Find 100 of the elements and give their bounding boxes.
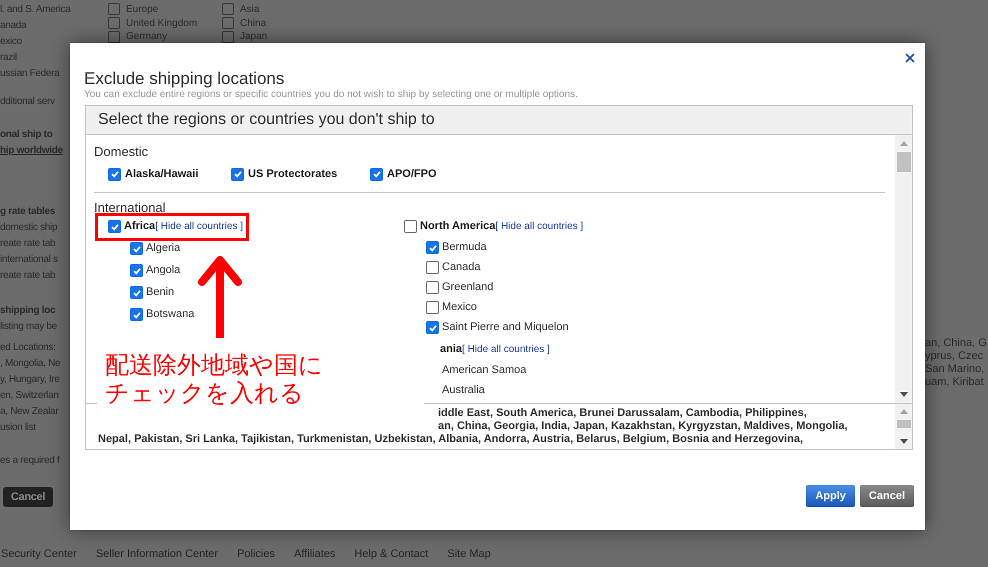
checkbox[interactable]: [130, 264, 143, 277]
panel-title: Select the regions or countries you don't ship to: [86, 106, 912, 135]
country-label: Australia: [442, 383, 485, 398]
checkbox[interactable]: [222, 16, 234, 29]
text-line: usion list: [0, 421, 38, 434]
checkbox[interactable]: [108, 220, 121, 233]
country-label: Algeria: [146, 241, 180, 256]
country-label: Angola: [146, 263, 180, 278]
option-label: Alaska/Hawaii: [125, 167, 198, 182]
text-line: y, Hungary, Ire: [0, 373, 61, 386]
section-heading: Domestic: [94, 144, 150, 159]
annotation-text: チェックを入れる: [105, 380, 305, 408]
checkmark-icon: [110, 222, 120, 232]
country-label: Benin: [146, 285, 174, 300]
section-heading: shipping loc: [0, 304, 56, 317]
text-line: San Marino,: [925, 363, 986, 376]
text-line: domestic ship: [0, 221, 58, 234]
text-line: iddle East, South America, Brunei Darussalam, Cambodia, Philippines,: [437, 407, 808, 420]
checkmark-icon: [132, 288, 142, 298]
checkmark-icon: [428, 322, 438, 332]
text-line: Nepal, Pakistan, Sri Lanka, Tajikistan, Turkmenistan, Uzbekistan, Albania, Andorra, Austria, Belarus, Belgium, Bosnia and Herzegovina,: [98, 433, 804, 446]
footer-link[interactable]: Security Center: [1, 546, 77, 562]
checkbox[interactable]: [108, 3, 120, 16]
checkmark-icon: [110, 169, 120, 180]
checkbox[interactable]: [426, 321, 439, 334]
footer-link[interactable]: Affiliates: [294, 546, 336, 562]
region-label: ania: [440, 342, 462, 358]
country-label: Canada: [442, 260, 481, 276]
checkbox[interactable]: [130, 242, 143, 255]
region-label: United Kingdom: [126, 16, 198, 30]
checkbox[interactable]: [370, 168, 383, 181]
apply-button[interactable]: Apply: [806, 485, 855, 507]
checkbox[interactable]: [426, 301, 439, 314]
checkbox[interactable]: [222, 3, 234, 16]
checkbox[interactable]: [108, 16, 120, 29]
cancel-button[interactable]: Cancel: [3, 487, 53, 507]
text-line: listing may be: [0, 320, 58, 333]
checkbox[interactable]: [404, 220, 417, 233]
text-line: l. and S. America: [0, 3, 70, 16]
checkmark-icon: [132, 244, 142, 254]
checkmark-icon: [232, 169, 242, 180]
country-label: Bermuda: [442, 240, 487, 256]
text-line: ed Locations:: [0, 341, 57, 354]
country-label: Greenland: [442, 280, 494, 296]
section-heading: g rate tables: [0, 205, 56, 218]
checkbox[interactable]: [108, 168, 121, 181]
checkbox[interactable]: [426, 261, 439, 274]
text-line: es a required f: [0, 454, 61, 467]
country-label: Mexico: [442, 300, 477, 316]
country-label: American Samoa: [442, 363, 526, 378]
annotation-text: 配送除外地域や国に: [105, 352, 324, 380]
section-heading: International: [94, 200, 167, 214]
text-line: uam, Kiribat: [925, 376, 985, 389]
region-label: Germany: [126, 30, 168, 44]
text-line: anada: [0, 19, 28, 32]
country-label: Saint Pierre and Miquelon: [442, 320, 569, 336]
option-label: APO/FPO: [387, 167, 437, 182]
text-line: ussian Federa: [0, 67, 61, 80]
dialog-title: Exclude shipping locations: [84, 69, 286, 89]
close-button[interactable]: [903, 51, 917, 65]
text-line: reate rate tab: [0, 237, 56, 250]
up-arrow-icon: [196, 254, 244, 338]
text-line: , Mongolia, Ne: [0, 357, 62, 370]
region-label: Europe: [126, 2, 158, 16]
checkbox[interactable]: [130, 308, 143, 321]
dialog-subtitle: You can exclude entire regions or specific countries you do not wish to ship by selecting one or multiple options.: [84, 89, 579, 101]
checkbox[interactable]: [426, 281, 439, 294]
checkmark-icon: [132, 310, 142, 320]
checkmark-icon: [132, 266, 142, 276]
checkbox[interactable]: [231, 168, 244, 181]
link[interactable]: hip worldwide: [0, 144, 70, 157]
region-label: Asia: [240, 2, 260, 16]
region-label: China: [240, 16, 266, 30]
text-line: a, New Zealar: [0, 405, 60, 418]
hide-countries-link[interactable]: [ Hide all countries ]: [495, 219, 584, 234]
footer-link[interactable]: Seller Information Center: [96, 546, 218, 562]
footer-link[interactable]: Policies: [237, 546, 275, 562]
option-label: US Protectorates: [248, 167, 338, 182]
checkmark-icon: [428, 242, 438, 252]
section-heading: onal ship to: [0, 128, 54, 141]
text-line: reate rate tab: [0, 269, 56, 282]
checkbox[interactable]: [426, 241, 439, 254]
region-label: Africa: [124, 219, 156, 234]
country-label: Botswana: [146, 307, 194, 322]
scrollbar[interactable]: [895, 404, 912, 449]
footer-link[interactable]: Help & Contact: [354, 546, 428, 562]
region-label: North America: [420, 219, 496, 234]
checkbox[interactable]: [130, 286, 143, 299]
text-line: an, China, G: [925, 337, 987, 350]
hide-countries-link[interactable]: [ Hide all countries ]: [462, 342, 550, 357]
text-line: yprus, Czec: [925, 350, 984, 363]
footer-link[interactable]: Site Map: [447, 546, 491, 562]
checkmark-icon: [372, 169, 382, 180]
scrollbar[interactable]: [895, 135, 912, 403]
hide-countries-link[interactable]: [ Hide all countries ]: [155, 219, 244, 234]
text-line: razil: [0, 51, 18, 64]
text-line: exico: [0, 35, 23, 48]
text-line: an, China, Georgia, India, Japan, Kazakhstan, Kyrgyzstan, Maldives, Mongolia,: [437, 420, 849, 433]
text-line: en, Switzerlan: [0, 389, 60, 402]
cancel-button[interactable]: Cancel: [860, 485, 914, 507]
